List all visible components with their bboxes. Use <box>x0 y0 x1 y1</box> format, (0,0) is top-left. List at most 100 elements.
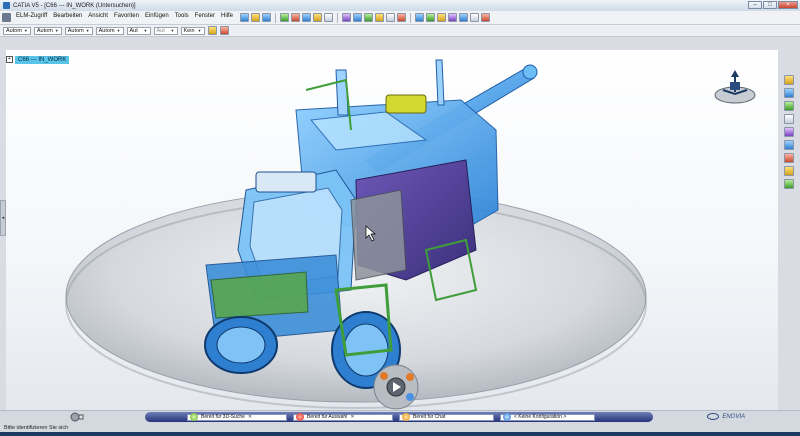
shading-icon[interactable] <box>375 13 384 22</box>
menu-tools[interactable]: Tools <box>172 13 192 22</box>
close-button[interactable]: × <box>778 1 798 9</box>
filter-icon[interactable] <box>784 88 794 98</box>
maximize-button[interactable]: □ <box>763 1 777 9</box>
measure-icon[interactable] <box>415 13 424 22</box>
toolbar-separator <box>275 12 276 23</box>
catia-window: CATIA V5 - [C66 --- IN_WORK (Untersuchen… <box>0 0 800 436</box>
standard-toolbar <box>240 12 490 23</box>
save-icon[interactable] <box>262 13 271 22</box>
zoom-in-icon[interactable] <box>313 13 322 22</box>
clash-detect-icon[interactable] <box>784 140 794 150</box>
tree-node-icon: + <box>6 56 13 63</box>
brush-icon[interactable] <box>219 26 229 35</box>
os-taskbar <box>0 432 800 436</box>
iso-view-icon[interactable] <box>364 13 373 22</box>
chevron-down-icon: ▼ <box>197 27 202 33</box>
toolbar-separator <box>410 12 411 23</box>
transparency-dropdown[interactable]: Autom ▼ <box>33 26 62 35</box>
configuration-field[interactable]: < Keine Konfiguration > <box>500 413 595 421</box>
menu-elm-zugriff[interactable]: ELM-Zugriff <box>13 13 50 22</box>
close-icon[interactable]: ✕ <box>248 414 252 420</box>
layer-dropdown-value: Aut <box>156 27 165 34</box>
title-bar: CATIA V5 - [C66 --- IN_WORK (Untersuchen… <box>0 0 800 11</box>
fit-all-icon[interactable] <box>280 13 289 22</box>
configuration-text: < Keine Konfiguration > <box>514 413 567 420</box>
clash-icon[interactable] <box>448 13 457 22</box>
line-type-dropdown-value: Autom <box>98 27 115 34</box>
close-icon[interactable]: ✕ <box>350 414 354 420</box>
zoom-out-icon[interactable] <box>324 13 333 22</box>
line-thickness-dropdown[interactable]: Autom ▼ <box>64 26 93 35</box>
multi-view-icon[interactable] <box>353 13 362 22</box>
paint-icon[interactable] <box>207 26 217 35</box>
markup-icon[interactable] <box>784 153 794 163</box>
search-status-icon <box>190 413 198 421</box>
user-status-icon[interactable] <box>70 412 84 422</box>
point-dropdown[interactable]: Aut ▼ <box>126 26 151 35</box>
configuration-icon <box>503 413 511 421</box>
hide-show-icon[interactable] <box>386 13 395 22</box>
chat-status-text: Bereit für Chat <box>413 413 446 420</box>
explode-icon[interactable] <box>784 101 794 111</box>
3d-viewport[interactable] <box>6 50 778 410</box>
properties-toolbar: Autom ▼ Autom ▼ Autom ▼ Autom ▼ Aut ▼ Aut ▼ Ke… <box>0 25 800 37</box>
pan-icon[interactable] <box>291 13 300 22</box>
annotation-icon[interactable] <box>437 13 446 22</box>
enovia-logo-icon <box>707 413 720 420</box>
chevron-down-icon: ▼ <box>85 27 90 33</box>
rotate-icon[interactable] <box>302 13 311 22</box>
point-dropdown-value: Aut <box>129 27 138 34</box>
compass-icon[interactable] <box>713 68 757 106</box>
collaboration-bar: Bereit für 3D-Suche ✕ Bereit für Auswahl… <box>145 412 653 422</box>
line-type-dropdown[interactable]: Autom ▼ <box>95 26 124 35</box>
simulation-icon[interactable] <box>784 166 794 176</box>
chevron-down-icon: ▼ <box>116 27 121 33</box>
view-toolbar-icon[interactable] <box>784 75 794 85</box>
chevron-down-icon: ▼ <box>54 27 59 33</box>
compare-icon[interactable] <box>470 13 479 22</box>
toolbar-separator <box>337 12 338 23</box>
menu-toolbar-row: ELM-Zugriff Bearbeiten Ansicht Favoriten… <box>0 11 800 25</box>
navigation-control <box>373 364 419 410</box>
selection-status-text: Bereit für Auswahl <box>307 413 348 420</box>
sectioning-icon[interactable] <box>784 114 794 124</box>
menu-ansicht[interactable]: Ansicht <box>85 13 111 22</box>
publish-icon[interactable] <box>784 127 794 137</box>
selection-status-field[interactable]: Bereit für Auswahl ✕ <box>293 413 393 421</box>
swap-space-icon[interactable] <box>397 13 406 22</box>
roof <box>255 171 317 193</box>
open-icon[interactable] <box>251 13 260 22</box>
menu-favoriten[interactable]: Favoriten <box>111 13 142 22</box>
section-icon[interactable] <box>426 13 435 22</box>
tree-collapse-handle[interactable]: ◂ <box>0 200 6 236</box>
menu-fenster[interactable]: Fenster <box>192 13 218 22</box>
menu-hilfe[interactable]: Hilfe <box>218 13 236 22</box>
minimize-button[interactable]: – <box>748 1 762 9</box>
new-icon[interactable] <box>240 13 249 22</box>
tree-root-label[interactable]: C66 --- IN_WORK <box>15 55 70 64</box>
yellow-component <box>385 94 427 114</box>
chevron-down-icon: ▼ <box>170 27 175 33</box>
color-dropdown[interactable]: Autom ▼ <box>3 26 31 35</box>
catia-app-icon <box>3 2 10 9</box>
layer-dropdown[interactable]: Aut ▼ <box>153 26 178 35</box>
snapshot-icon[interactable] <box>481 13 490 22</box>
search-status-text: Bereit für 3D-Suche <box>201 413 245 420</box>
chat-status-field[interactable]: Bereit für Chat <box>399 413 494 421</box>
distance-icon[interactable] <box>459 13 468 22</box>
window-controls: – □ × <box>748 1 798 9</box>
camera-icon[interactable] <box>784 179 794 189</box>
enovia-logo: ENOVIA <box>707 413 745 420</box>
normal-view-icon[interactable] <box>342 13 351 22</box>
specification-tree-root[interactable]: + C66 --- IN_WORK <box>6 55 70 64</box>
catia-logo-icon[interactable] <box>2 13 11 22</box>
chevron-down-icon: ▼ <box>143 27 148 33</box>
search-status-field[interactable]: Bereit für 3D-Suche ✕ <box>187 413 287 421</box>
menu-einfuegen[interactable]: Einfügen <box>142 13 172 22</box>
combine-harvester-model[interactable] <box>6 50 778 410</box>
chevron-down-icon: ▼ <box>23 27 28 33</box>
enovia-logo-text: ENOVIA <box>722 413 745 420</box>
transparency-dropdown-value: Autom <box>36 27 53 34</box>
render-style-dropdown[interactable]: Kein ▼ <box>180 26 205 35</box>
menu-bearbeiten[interactable]: Bearbeiten <box>50 13 85 22</box>
